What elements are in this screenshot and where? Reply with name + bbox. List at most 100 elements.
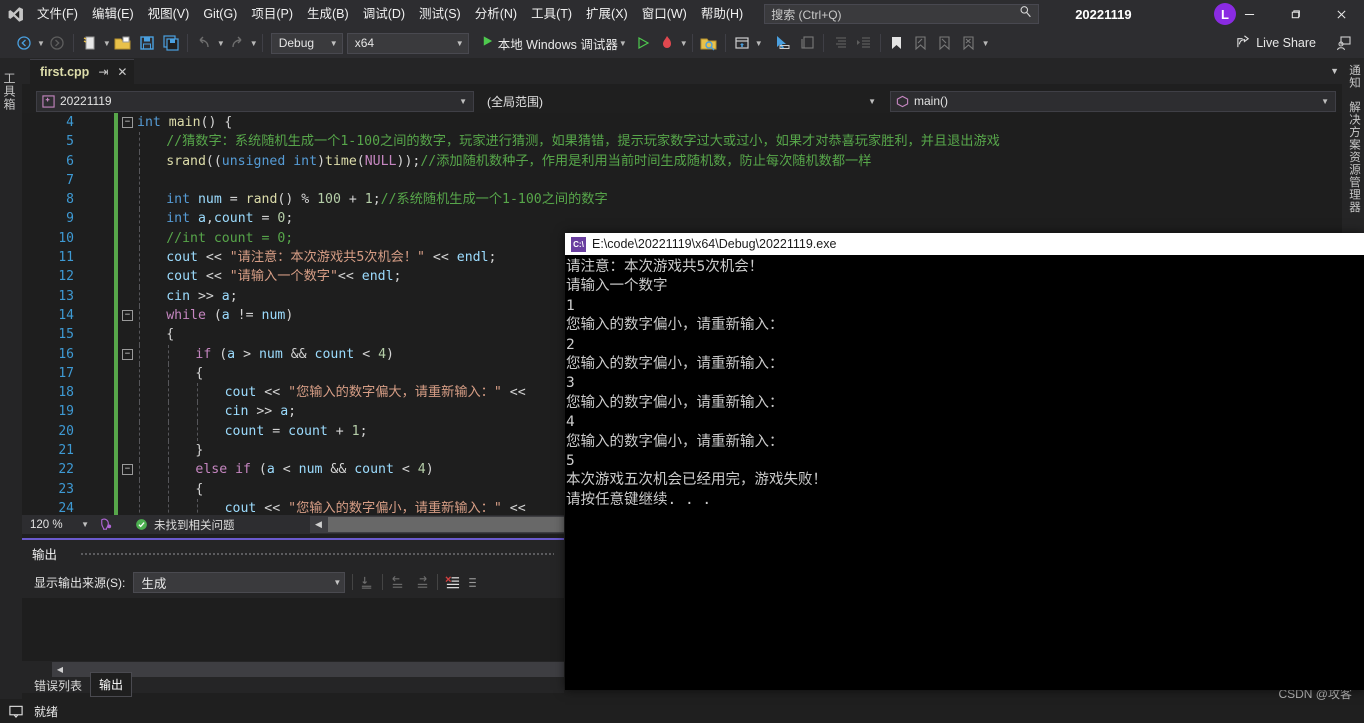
output-text-area[interactable]	[22, 598, 564, 661]
menu-edit[interactable]: 编辑(E)	[85, 0, 141, 28]
word-wrap-icon[interactable]	[468, 575, 478, 590]
close-button[interactable]	[1318, 0, 1364, 28]
open-file-icon[interactable]	[112, 31, 134, 55]
navigate-forward-icon[interactable]	[46, 31, 68, 55]
save-icon[interactable]	[136, 31, 158, 55]
clear-bookmarks-icon[interactable]	[958, 31, 980, 55]
go-to-message-icon[interactable]	[360, 575, 375, 590]
navigate-back-dropdown-icon[interactable]: ▼	[37, 39, 45, 48]
redo-dropdown-icon[interactable]: ▼	[250, 39, 258, 48]
clear-all-icon[interactable]	[445, 575, 460, 590]
toolbar-grip[interactable]	[4, 34, 12, 52]
pin-tab-icon[interactable]: ⇥	[98, 65, 108, 79]
document-tab-first-cpp[interactable]: first.cpp ⇥ ✕	[30, 59, 135, 84]
maximize-restore-button[interactable]	[1272, 0, 1318, 28]
menu-analyze[interactable]: 分析(N)	[468, 0, 524, 28]
code-text: if (a > num && count < 4)	[195, 346, 394, 362]
redo-icon[interactable]	[226, 31, 248, 55]
menu-help[interactable]: 帮助(H)	[694, 0, 750, 28]
increase-indent-icon[interactable]	[853, 31, 875, 55]
solution-configuration-combo[interactable]: Debug ▼	[270, 32, 343, 54]
live-share-button[interactable]: Live Share	[1232, 32, 1320, 54]
window-layout-icon[interactable]	[731, 31, 753, 55]
undo-icon[interactable]	[193, 31, 215, 55]
line-number: 12	[58, 269, 74, 285]
change-indicator	[114, 460, 118, 480]
close-tab-icon[interactable]: ✕	[117, 65, 127, 79]
hot-reload-icon[interactable]	[656, 31, 678, 55]
type-scope-combo[interactable]: (全局范围) ▼	[482, 91, 882, 112]
undo-dropdown-icon[interactable]: ▼	[217, 39, 225, 48]
pointer-select-icon[interactable]	[772, 31, 794, 55]
search-input[interactable]: 搜索 (Ctrl+Q)	[764, 4, 1040, 24]
output-panel-drag-handle[interactable]	[80, 552, 554, 556]
code-line[interactable]: 4 − int main() {	[22, 113, 1342, 133]
menu-debug[interactable]: 调试(D)	[356, 0, 412, 28]
solution-platform-combo[interactable]: x64 ▼	[346, 32, 469, 54]
line-number: 23	[58, 481, 74, 497]
console-window[interactable]: C:\ E:\code\20221119\x64\Debug\20221119.…	[565, 233, 1364, 690]
output-source-combo[interactable]: 生成 ▼	[133, 571, 346, 593]
issues-status-text: 未找到相关问题	[154, 519, 235, 532]
solution-explorer-search-icon[interactable]	[698, 31, 720, 55]
menu-build[interactable]: 生成(B)	[300, 0, 356, 28]
toolbar-grip-2[interactable]	[763, 34, 771, 52]
menu-view[interactable]: 视图(V)	[141, 0, 197, 28]
start-without-debugging-icon[interactable]	[632, 31, 654, 55]
member-scope-combo[interactable]: main() ▼	[890, 90, 1336, 112]
fold-toggle-icon[interactable]: −	[122, 309, 133, 321]
intellicode-icon[interactable]	[98, 517, 113, 532]
minimize-button[interactable]	[1226, 0, 1272, 28]
output-panel: 输出 显示输出来源(S): 生成 ▼ ◀	[22, 538, 564, 693]
tab-list-dropdown-icon[interactable]: ▼	[1330, 66, 1339, 76]
console-title-bar[interactable]: C:\ E:\code\20221119\x64\Debug\20221119.…	[565, 233, 1364, 255]
editor-horizontal-scrollbar[interactable]: ◀	[310, 516, 564, 533]
code-line[interactable]: 8 int num = rand() % 100 + 1;//系统随机生成一个1-…	[22, 190, 1342, 210]
scroll-left-icon[interactable]: ◀	[310, 516, 327, 533]
line-number: 9	[66, 211, 74, 227]
toolbox-vertical-tab[interactable]: 工具箱	[0, 64, 22, 119]
fold-toggle-icon[interactable]: −	[122, 117, 133, 128]
line-number: 10	[58, 230, 74, 246]
menu-file[interactable]: 文件(F)	[30, 0, 85, 28]
previous-bookmark-icon[interactable]	[910, 31, 932, 55]
decrease-indent-icon[interactable]	[829, 31, 851, 55]
line-number: 22	[58, 462, 74, 478]
comment-block-icon[interactable]	[796, 31, 818, 55]
menu-git[interactable]: Git(G)	[196, 0, 244, 28]
menu-project[interactable]: 项目(P)	[244, 0, 300, 28]
new-item-dropdown-icon[interactable]: ▼	[103, 39, 111, 48]
code-line[interactable]: 9 int a,count = 0;	[22, 209, 1342, 229]
code-line[interactable]: 7	[22, 170, 1342, 191]
start-debugging-button[interactable]: 本地 Windows 调试器 ▼	[477, 31, 631, 55]
tab-output[interactable]: 输出	[90, 672, 133, 697]
code-line[interactable]: 6 srand((unsigned int)time(NULL));//添加随机数…	[22, 151, 1342, 171]
fold-toggle-icon[interactable]: −	[122, 348, 133, 360]
project-scope-combo[interactable]: 20221119 ▼	[36, 90, 474, 112]
editor-hscroll-thumb[interactable]	[328, 517, 564, 532]
previous-message-icon[interactable]	[390, 575, 405, 590]
next-bookmark-icon[interactable]	[934, 31, 956, 55]
start-debugging-dropdown-icon[interactable]: ▼	[619, 39, 627, 48]
send-feedback-icon[interactable]	[1333, 31, 1355, 55]
toolbar-overflow-icon[interactable]: ▼	[982, 39, 990, 48]
tab-error-list[interactable]: 错误列表	[26, 674, 90, 697]
line-number: 8	[66, 192, 74, 208]
bookmark-toggle-icon[interactable]	[886, 31, 908, 55]
next-message-icon[interactable]	[415, 575, 430, 590]
save-all-icon[interactable]	[160, 31, 182, 55]
navigate-back-icon[interactable]	[13, 31, 35, 55]
menu-test[interactable]: 测试(S)	[412, 0, 468, 28]
menu-extensions[interactable]: 扩展(X)	[579, 0, 635, 28]
notifications-vertical-tab[interactable]: 通知	[1342, 58, 1364, 95]
window-layout-dropdown-icon[interactable]: ▼	[755, 39, 763, 48]
menu-window[interactable]: 窗口(W)	[635, 0, 694, 28]
menu-tools[interactable]: 工具(T)	[524, 0, 579, 28]
new-item-icon[interactable]	[79, 31, 101, 55]
solution-explorer-vertical-tab[interactable]: 解决方案资源管理器	[1342, 95, 1364, 220]
fold-toggle-icon[interactable]: −	[122, 464, 133, 476]
hot-reload-dropdown-icon[interactable]: ▼	[680, 39, 688, 48]
zoom-level-combo[interactable]: 120 % ▼	[26, 516, 92, 533]
change-indicator	[114, 228, 118, 249]
code-line[interactable]: 5 //猜数字：系统随机生成一个1-100之间的数字，玩家进行猜测，如果猜错，提示…	[22, 132, 1342, 152]
